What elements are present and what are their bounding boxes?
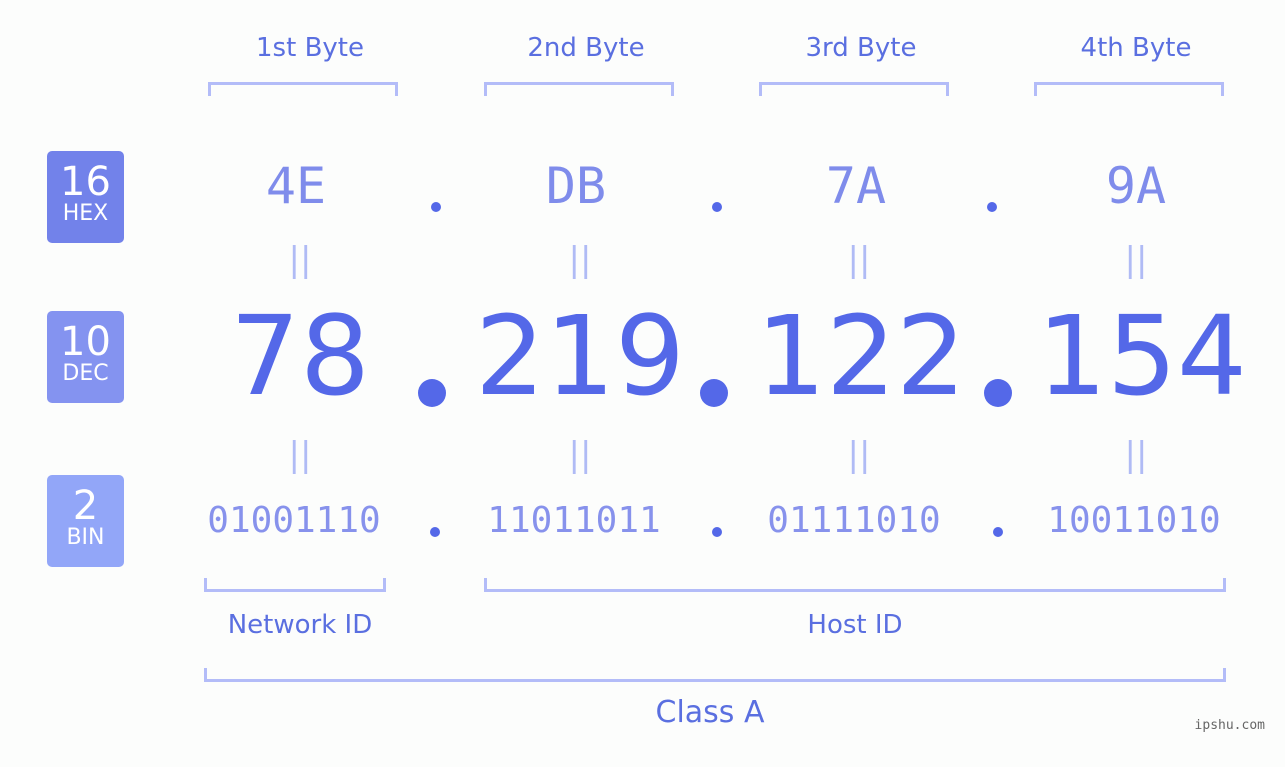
hex-value-2: DB [545, 157, 607, 215]
byte-label-2: 2nd Byte [527, 33, 645, 63]
dec-separator-2 [700, 379, 728, 407]
equals-icon: || [1124, 435, 1148, 475]
byte-label-3: 3rd Byte [805, 33, 917, 63]
equals-icon: || [568, 240, 592, 280]
bin-value-3: 01111010 [767, 500, 941, 541]
bin-value-2: 11011011 [487, 500, 661, 541]
host-id-bracket [484, 578, 1226, 592]
dec-value-3: 122 [756, 292, 966, 420]
bin-badge: 2 BIN [47, 475, 124, 567]
hex-badge: 16 HEX [47, 151, 124, 243]
equals-icon: || [1124, 240, 1148, 280]
hex-value-3: 7A [825, 157, 887, 215]
byte-bracket-3 [759, 82, 949, 96]
dec-separator-1 [418, 379, 446, 407]
equals-icon: || [847, 240, 871, 280]
dec-badge-label: DEC [62, 361, 109, 386]
bin-separator-2 [712, 527, 722, 537]
hex-separator-2 [712, 202, 722, 212]
equals-icon: || [568, 435, 592, 475]
byte-bracket-2 [484, 82, 674, 96]
class-bracket [204, 668, 1226, 682]
bin-badge-base: 2 [72, 483, 99, 529]
hex-badge-base: 16 [60, 159, 111, 205]
dec-value-2: 219 [475, 292, 685, 420]
watermark: ipshu.com [1194, 718, 1265, 733]
bin-value-4: 10011010 [1047, 500, 1221, 541]
dec-value-1: 78 [230, 292, 370, 420]
byte-bracket-4 [1034, 82, 1224, 96]
byte-label-4: 4th Byte [1080, 33, 1192, 63]
class-label: Class A [655, 695, 765, 730]
bin-badge-label: BIN [66, 525, 105, 550]
bin-separator-1 [430, 527, 440, 537]
hex-value-1: 4E [265, 157, 327, 215]
host-id-label: Host ID [807, 610, 903, 640]
dec-badge-base: 10 [60, 319, 111, 365]
equals-icon: || [288, 435, 312, 475]
hex-value-4: 9A [1105, 157, 1167, 215]
byte-label-1: 1st Byte [256, 33, 364, 63]
network-id-bracket [204, 578, 386, 592]
equals-icon: || [847, 435, 871, 475]
dec-separator-3 [984, 379, 1012, 407]
network-id-label: Network ID [227, 610, 373, 640]
dec-badge: 10 DEC [47, 311, 124, 403]
dec-value-4: 154 [1037, 292, 1247, 420]
hex-badge-label: HEX [62, 201, 109, 226]
bin-separator-3 [993, 527, 1003, 537]
bin-value-1: 01001110 [207, 500, 381, 541]
equals-icon: || [288, 240, 312, 280]
hex-separator-1 [431, 202, 441, 212]
hex-separator-3 [987, 202, 997, 212]
byte-bracket-1 [208, 82, 398, 96]
